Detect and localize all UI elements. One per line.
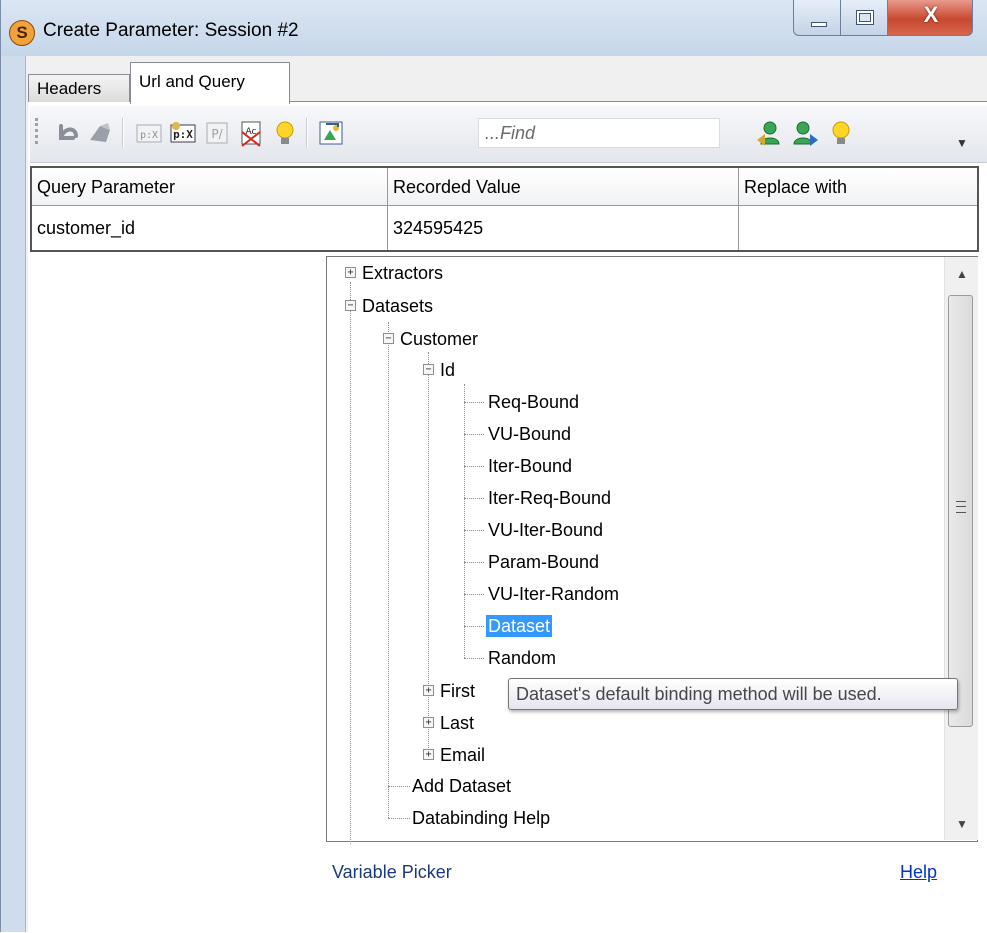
cell-query-parameter[interactable]: customer_id <box>32 206 388 250</box>
tree-node-last[interactable]: Last <box>440 712 474 734</box>
minimize-button[interactable] <box>793 0 841 36</box>
tree-guide-line <box>464 466 484 467</box>
tree-guide-line <box>388 786 410 787</box>
cell-recorded-value[interactable]: 324595425 <box>388 206 739 250</box>
window-title: Create Parameter: Session #2 <box>43 20 299 41</box>
toolbar-grip[interactable] <box>35 118 41 144</box>
tree-node-vu-iter-bound[interactable]: VU-Iter-Bound <box>488 519 603 541</box>
column-header-recorded-value[interactable]: Recorded Value <box>388 168 739 206</box>
tree-guide-line <box>464 626 484 627</box>
scrollbar-thumb[interactable] <box>948 295 973 727</box>
tree-guide-line <box>464 434 484 435</box>
tree-guide-line <box>464 658 484 659</box>
toolbar-separator <box>122 118 124 148</box>
close-button[interactable]: X <box>887 0 973 36</box>
hint-bulb-icon[interactable] <box>270 118 300 148</box>
tree-guide-line <box>464 530 484 531</box>
find-next-icon[interactable] <box>790 118 820 148</box>
tree-node-req-bound[interactable]: Req-Bound <box>488 391 579 413</box>
tree-node-first[interactable]: First <box>440 680 475 702</box>
tree-guide-line <box>350 282 351 844</box>
column-header-query-parameter[interactable]: Query Parameter <box>32 168 388 206</box>
tree-node-vu-iter-random[interactable]: VU-Iter-Random <box>488 583 619 605</box>
toolbar: p:X p:X P/ Ac ...Find ▼ <box>30 106 987 163</box>
parameter-icon[interactable]: P/ <box>202 118 232 148</box>
find-placeholder: ...Find <box>485 123 536 143</box>
tree-node-param-bound[interactable]: Param-Bound <box>488 551 599 573</box>
help-link[interactable]: Help <box>900 862 937 883</box>
svg-text:P/: P/ <box>211 127 223 141</box>
tree-node-random[interactable]: Random <box>488 647 556 669</box>
scroll-up-arrow-icon[interactable]: ▲ <box>954 267 970 281</box>
undo-icon[interactable] <box>52 118 82 148</box>
tree-node-databinding-help[interactable]: Databinding Help <box>412 807 550 829</box>
tree-node-id[interactable]: Id <box>440 359 455 381</box>
tree-guide-line <box>464 402 484 403</box>
toolbar-overflow-icon[interactable]: ▼ <box>956 136 968 150</box>
tree-guide-line <box>464 562 484 563</box>
tree-node-dataset-selected[interactable]: Dataset <box>484 614 554 638</box>
tab-url-and-query[interactable]: Url and Query <box>130 62 290 104</box>
tree-guide-line <box>388 322 389 818</box>
tree-vertical-scrollbar[interactable]: ▲ ▼ <box>944 257 978 840</box>
title-bar[interactable]: S Create Parameter: Session #2 X <box>1 0 987 56</box>
tree-node-iter-req-bound[interactable]: Iter-Req-Bound <box>488 487 611 509</box>
tree-guide-line <box>464 498 484 499</box>
insert-file-icon[interactable] <box>316 118 346 148</box>
expand-toggle-icon[interactable]: + <box>423 685 434 696</box>
find-previous-icon[interactable] <box>755 118 785 148</box>
help-bulb-icon[interactable] <box>826 118 856 148</box>
collapse-toggle-icon[interactable]: − <box>423 364 434 375</box>
collapse-toggle-icon[interactable]: − <box>345 300 356 311</box>
tree-node-datasets[interactable]: Datasets <box>362 295 433 317</box>
expand-toggle-icon[interactable]: + <box>423 749 434 760</box>
column-header-replace-with[interactable]: Replace with <box>739 168 977 206</box>
extract-variable-icon[interactable]: p:X <box>134 118 164 148</box>
expand-toggle-icon[interactable]: + <box>345 267 356 278</box>
app-logo-icon: S <box>9 20 35 46</box>
tree-guide-line <box>464 594 484 595</box>
find-input[interactable]: ...Find <box>478 118 720 148</box>
tree-node-add-dataset[interactable]: Add Dataset <box>412 775 511 797</box>
tree-guide-line <box>464 384 465 658</box>
tab-headers[interactable]: Headers <box>28 74 130 102</box>
tree-node-iter-bound[interactable]: Iter-Bound <box>488 455 572 477</box>
minimize-icon <box>811 22 827 27</box>
svg-text:p:X: p:X <box>140 130 158 141</box>
tree-guide-line <box>388 818 410 819</box>
scroll-down-arrow-icon[interactable]: ▼ <box>954 817 970 831</box>
grip-icon <box>956 501 966 513</box>
expand-toggle-icon[interactable]: + <box>423 717 434 728</box>
redo-icon[interactable] <box>86 118 116 148</box>
cell-replace-with[interactable] <box>739 206 977 250</box>
close-icon: X <box>923 2 939 27</box>
tree-node-extractors[interactable]: Extractors <box>362 262 443 284</box>
tree-node-customer[interactable]: Customer <box>400 328 478 350</box>
tree-node-email[interactable]: Email <box>440 744 485 766</box>
variable-picker-label: Variable Picker <box>332 862 452 882</box>
spellcheck-icon[interactable]: Ac <box>236 118 266 148</box>
maximize-button[interactable] <box>840 0 888 36</box>
maximize-icon <box>856 10 874 25</box>
toolbar-separator <box>306 118 308 148</box>
query-parameter-grid: Query Parameter Recorded Value Replace w… <box>30 166 979 252</box>
collapse-toggle-icon[interactable]: − <box>383 333 394 344</box>
extract-variable-bold-icon[interactable]: p:X <box>168 118 198 148</box>
tree-node-vu-bound[interactable]: VU-Bound <box>488 423 571 445</box>
binding-tooltip: Dataset's default binding method will be… <box>508 678 958 710</box>
